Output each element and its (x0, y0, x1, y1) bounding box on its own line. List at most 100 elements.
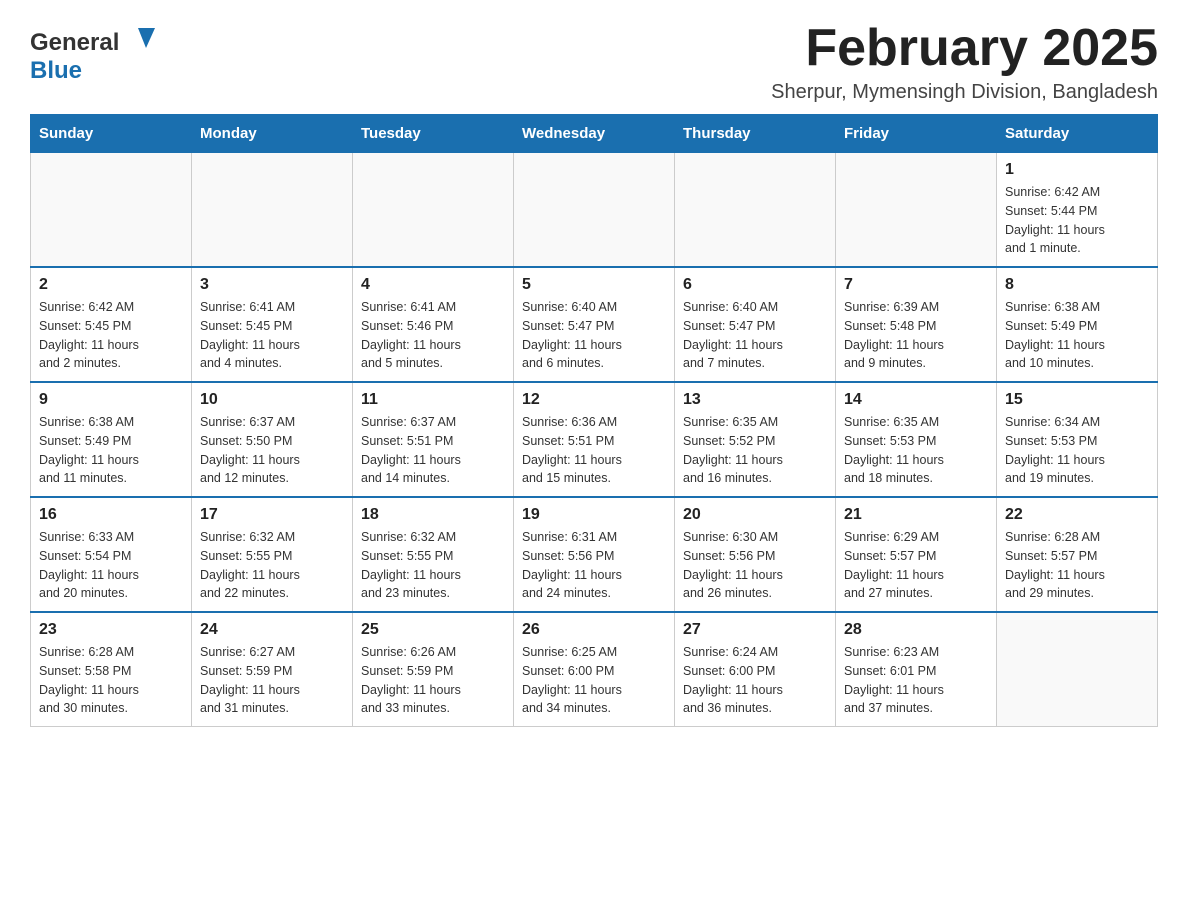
day-number: 28 (844, 621, 988, 639)
calendar-cell: 10 Sunrise: 6:37 AM Sunset: 5:50 PM Dayli… (192, 382, 353, 497)
day-info: Sunrise: 6:41 AM Sunset: 5:46 PM Dayligh… (361, 298, 505, 373)
calendar-header: Sunday Monday Tuesday Wednesday Thursday… (31, 115, 1158, 153)
day-info: Sunrise: 6:36 AM Sunset: 5:51 PM Dayligh… (522, 413, 666, 488)
col-wednesday: Wednesday (514, 115, 675, 153)
day-number: 11 (361, 391, 505, 409)
day-info: Sunrise: 6:27 AM Sunset: 5:59 PM Dayligh… (200, 643, 344, 718)
calendar-cell (675, 153, 836, 268)
day-info: Sunrise: 6:33 AM Sunset: 5:54 PM Dayligh… (39, 528, 183, 603)
day-info: Sunrise: 6:40 AM Sunset: 5:47 PM Dayligh… (522, 298, 666, 373)
calendar-cell: 25Sunrise: 6:26 AM Sunset: 5:59 PM Dayli… (353, 612, 514, 727)
calendar-cell: 4 Sunrise: 6:41 AM Sunset: 5:46 PM Daylig… (353, 267, 514, 382)
calendar-cell: 26Sunrise: 6:25 AM Sunset: 6:00 PM Dayli… (514, 612, 675, 727)
day-info: Sunrise: 6:39 AM Sunset: 5:48 PM Dayligh… (844, 298, 988, 373)
calendar-cell: 12 Sunrise: 6:36 AM Sunset: 5:51 PM Dayli… (514, 382, 675, 497)
day-info: Sunrise: 6:30 AM Sunset: 5:56 PM Dayligh… (683, 528, 827, 603)
day-number: 18 (361, 506, 505, 524)
day-number: 27 (683, 621, 827, 639)
calendar-cell (353, 153, 514, 268)
col-saturday: Saturday (997, 115, 1158, 153)
day-info: Sunrise: 6:41 AM Sunset: 5:45 PM Dayligh… (200, 298, 344, 373)
day-number: 22 (1005, 506, 1149, 524)
calendar-week-1: 1Sunrise: 6:42 AM Sunset: 5:44 PM Daylig… (31, 153, 1158, 268)
logo-svg: General Blue (30, 20, 160, 85)
day-number: 3 (200, 276, 344, 294)
day-info: Sunrise: 6:37 AM Sunset: 5:50 PM Dayligh… (200, 413, 344, 488)
day-info: Sunrise: 6:23 AM Sunset: 6:01 PM Dayligh… (844, 643, 988, 718)
calendar-cell: 28 Sunrise: 6:23 AM Sunset: 6:01 PM Dayli… (836, 612, 997, 727)
day-number: 26 (522, 621, 666, 639)
calendar-cell (997, 612, 1158, 727)
day-number: 19 (522, 506, 666, 524)
calendar-cell: 15Sunrise: 6:34 AM Sunset: 5:53 PM Dayli… (997, 382, 1158, 497)
calendar-cell: 17Sunrise: 6:32 AM Sunset: 5:55 PM Dayli… (192, 497, 353, 612)
title-area: February 2025 Sherpur, Mymensingh Divisi… (771, 20, 1158, 104)
day-info: Sunrise: 6:29 AM Sunset: 5:57 PM Dayligh… (844, 528, 988, 603)
calendar-cell: 11 Sunrise: 6:37 AM Sunset: 5:51 PM Dayli… (353, 382, 514, 497)
day-info: Sunrise: 6:38 AM Sunset: 5:49 PM Dayligh… (39, 413, 183, 488)
calendar-cell: 9 Sunrise: 6:38 AM Sunset: 5:49 PM Daylig… (31, 382, 192, 497)
header: General Blue February 2025 Sherpur, Myme… (30, 20, 1158, 104)
day-info: Sunrise: 6:42 AM Sunset: 5:45 PM Dayligh… (39, 298, 183, 373)
day-number: 9 (39, 391, 183, 409)
calendar-week-5: 23Sunrise: 6:28 AM Sunset: 5:58 PM Dayli… (31, 612, 1158, 727)
day-number: 2 (39, 276, 183, 294)
calendar-cell: 5 Sunrise: 6:40 AM Sunset: 5:47 PM Daylig… (514, 267, 675, 382)
col-friday: Friday (836, 115, 997, 153)
svg-text:General: General (30, 29, 119, 56)
day-number: 5 (522, 276, 666, 294)
calendar-cell: 8 Sunrise: 6:38 AM Sunset: 5:49 PM Daylig… (997, 267, 1158, 382)
day-info: Sunrise: 6:40 AM Sunset: 5:47 PM Dayligh… (683, 298, 827, 373)
day-info: Sunrise: 6:35 AM Sunset: 5:52 PM Dayligh… (683, 413, 827, 488)
day-number: 12 (522, 391, 666, 409)
calendar-cell: 16 Sunrise: 6:33 AM Sunset: 5:54 PM Dayli… (31, 497, 192, 612)
calendar-cell: 6 Sunrise: 6:40 AM Sunset: 5:47 PM Daylig… (675, 267, 836, 382)
day-info: Sunrise: 6:28 AM Sunset: 5:57 PM Dayligh… (1005, 528, 1149, 603)
calendar-cell: 22 Sunrise: 6:28 AM Sunset: 5:57 PM Dayli… (997, 497, 1158, 612)
day-number: 20 (683, 506, 827, 524)
calendar-cell: 23Sunrise: 6:28 AM Sunset: 5:58 PM Dayli… (31, 612, 192, 727)
calendar-week-3: 9 Sunrise: 6:38 AM Sunset: 5:49 PM Daylig… (31, 382, 1158, 497)
day-number: 14 (844, 391, 988, 409)
day-number: 15 (1005, 391, 1149, 409)
calendar-table: Sunday Monday Tuesday Wednesday Thursday… (30, 114, 1158, 727)
calendar-cell: 14 Sunrise: 6:35 AM Sunset: 5:53 PM Dayli… (836, 382, 997, 497)
day-number: 6 (683, 276, 827, 294)
calendar-cell: 2 Sunrise: 6:42 AM Sunset: 5:45 PM Daylig… (31, 267, 192, 382)
day-info: Sunrise: 6:24 AM Sunset: 6:00 PM Dayligh… (683, 643, 827, 718)
day-info: Sunrise: 6:38 AM Sunset: 5:49 PM Dayligh… (1005, 298, 1149, 373)
day-number: 23 (39, 621, 183, 639)
day-info: Sunrise: 6:31 AM Sunset: 5:56 PM Dayligh… (522, 528, 666, 603)
calendar-cell: 18 Sunrise: 6:32 AM Sunset: 5:55 PM Dayli… (353, 497, 514, 612)
svg-text:Blue: Blue (30, 57, 82, 84)
day-number: 16 (39, 506, 183, 524)
day-info: Sunrise: 6:26 AM Sunset: 5:59 PM Dayligh… (361, 643, 505, 718)
col-monday: Monday (192, 115, 353, 153)
day-info: Sunrise: 6:32 AM Sunset: 5:55 PM Dayligh… (200, 528, 344, 603)
day-number: 1 (1005, 161, 1149, 179)
calendar-cell: 1Sunrise: 6:42 AM Sunset: 5:44 PM Daylig… (997, 153, 1158, 268)
col-tuesday: Tuesday (353, 115, 514, 153)
calendar-cell (31, 153, 192, 268)
calendar-cell (836, 153, 997, 268)
calendar-cell: 13Sunrise: 6:35 AM Sunset: 5:52 PM Dayli… (675, 382, 836, 497)
day-number: 7 (844, 276, 988, 294)
day-number: 21 (844, 506, 988, 524)
calendar-cell: 21 Sunrise: 6:29 AM Sunset: 5:57 PM Dayli… (836, 497, 997, 612)
day-info: Sunrise: 6:32 AM Sunset: 5:55 PM Dayligh… (361, 528, 505, 603)
calendar-cell: 7 Sunrise: 6:39 AM Sunset: 5:48 PM Daylig… (836, 267, 997, 382)
page-title: February 2025 (771, 20, 1158, 77)
page-subtitle: Sherpur, Mymensingh Division, Bangladesh (771, 81, 1158, 104)
day-number: 8 (1005, 276, 1149, 294)
day-number: 4 (361, 276, 505, 294)
calendar-cell: 24 Sunrise: 6:27 AM Sunset: 5:59 PM Dayli… (192, 612, 353, 727)
calendar-week-2: 2 Sunrise: 6:42 AM Sunset: 5:45 PM Daylig… (31, 267, 1158, 382)
day-info: Sunrise: 6:35 AM Sunset: 5:53 PM Dayligh… (844, 413, 988, 488)
calendar-cell: 3 Sunrise: 6:41 AM Sunset: 5:45 PM Daylig… (192, 267, 353, 382)
day-number: 24 (200, 621, 344, 639)
day-number: 10 (200, 391, 344, 409)
calendar-week-4: 16 Sunrise: 6:33 AM Sunset: 5:54 PM Dayli… (31, 497, 1158, 612)
day-info: Sunrise: 6:37 AM Sunset: 5:51 PM Dayligh… (361, 413, 505, 488)
header-row: Sunday Monday Tuesday Wednesday Thursday… (31, 115, 1158, 153)
calendar-cell (192, 153, 353, 268)
